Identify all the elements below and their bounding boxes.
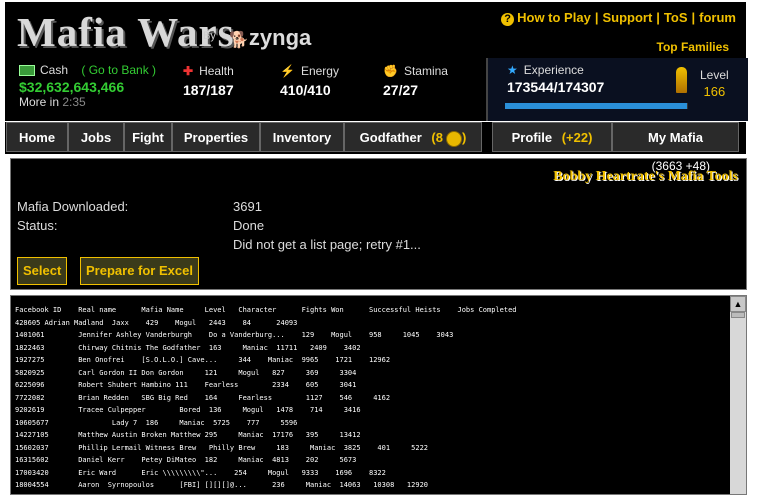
stats-bar: Cash ( Go to Bank ) $32,632,643,466 More… [5,58,748,121]
downloaded-label: Mafia Downloaded: [17,199,129,214]
experience-box: ★ Experience 173544/174307 Level 166 [486,58,748,121]
nav-properties[interactable]: Properties [172,122,260,152]
main-nav: Home Jobs Fight Properties Inventory God… [5,122,746,154]
experience-label: Experience [523,63,584,77]
scroll-thumb[interactable] [731,312,745,318]
experience-value: 173544/174307 [507,79,605,95]
scroll-up-icon[interactable]: ▲ [730,296,746,312]
profile-count: (+22) [561,130,593,145]
profile-label: Profile [511,130,553,145]
status-value: Done [233,218,265,233]
link-separator: | [656,10,660,25]
stamina-value: 27/27 [383,82,419,98]
experience-stat: ★ Experience 173544/174307 [507,63,604,95]
godfather-count: (8 [431,130,443,145]
energy-value: 410/410 [280,82,331,98]
prepare-for-excel-button[interactable]: Prepare for Excel [80,257,199,285]
level-label: Level [700,68,729,82]
zynga-dog-icon: 🐕 [229,32,249,49]
energy-bolt-icon: ⚡ [280,64,295,78]
more-in-time: 2:35 [62,95,86,109]
cash-value: $32,632,643,466 [19,79,125,95]
health-value: 187/187 [183,82,234,98]
tos-link[interactable]: ToS [664,10,688,25]
cash-label: Cash [40,63,69,77]
level-stat: Level 166 [700,68,729,99]
experience-progress-bar [505,103,688,109]
mafia-list-textarea[interactable]: Facebook ID Real name Mafia Name Level C… [10,295,747,495]
top-families-link[interactable]: Top Families [657,40,729,54]
mafia-tools-panel: (3663 +48) Bobby Heartrate's Mafia Tools… [10,158,747,290]
experience-progress-fill [505,103,688,109]
tools-title: Bobby Heartrate's Mafia Tools [553,169,738,184]
go-to-bank-link[interactable]: ( Go to Bank ) [81,63,156,77]
list-scrollbar[interactable]: ▲ [730,296,746,494]
stamina-label: Stamina [403,64,448,78]
zynga-label: zynga [248,25,312,50]
support-link[interactable]: Support [602,10,652,25]
mafia-wars-logo[interactable]: Mafia Wars [17,8,235,56]
nav-fight[interactable]: Fight [124,122,172,152]
stamina-stat: ✊ Stamina 27/27 [383,64,448,98]
nav-my-mafia[interactable]: My Mafia [612,122,739,152]
select-button[interactable]: Select [17,257,68,285]
health-stat: ✚ Health 187/187 [183,64,234,98]
godfather-coin-icon [445,130,462,147]
level-value: 166 [703,84,726,99]
downloaded-value: 3691 [233,199,262,214]
zynga-logo: 🐕zynga [229,25,311,51]
nav-home[interactable]: Home [6,122,68,152]
how-to-play-link[interactable]: How to Play [517,10,591,25]
cash-icon [19,65,35,77]
by-label: By [203,30,216,42]
level-bullet-icon [676,67,687,93]
question-icon: ? [501,13,515,26]
stamina-fist-icon: ✊ [383,64,398,78]
link-separator: | [594,10,599,25]
link-separator: | [691,10,696,25]
nav-inventory[interactable]: Inventory [260,122,344,152]
energy-stat: ⚡ Energy 410/410 [280,64,339,98]
nav-profile[interactable]: Profile (+22) [492,122,612,152]
forum-link[interactable]: forum [699,10,736,25]
top-header: Mafia Wars By 🐕zynga ? How to Play | Suppor… [5,2,746,58]
godfather-label: Godfather [359,130,422,145]
mafia-list-text: Facebook ID Real name Mafia Name Level C… [15,306,517,494]
status-message: Did not get a list page; retry #1... [233,237,421,252]
more-in-label: More in [19,95,60,109]
experience-star-icon: ★ [507,63,518,77]
health-label: Health [199,64,234,78]
energy-label: Energy [300,64,339,78]
nav-jobs[interactable]: Jobs [68,122,124,152]
status-label: Status: [17,218,58,233]
top-links: ? How to Play | Support | ToS | forum [501,10,736,26]
nav-godfather[interactable]: Godfather (8) [344,122,482,152]
godfather-close: ) [461,130,467,145]
health-cross-icon: ✚ [183,64,194,78]
cash-stat: Cash ( Go to Bank ) $32,632,643,466 More… [19,63,156,109]
